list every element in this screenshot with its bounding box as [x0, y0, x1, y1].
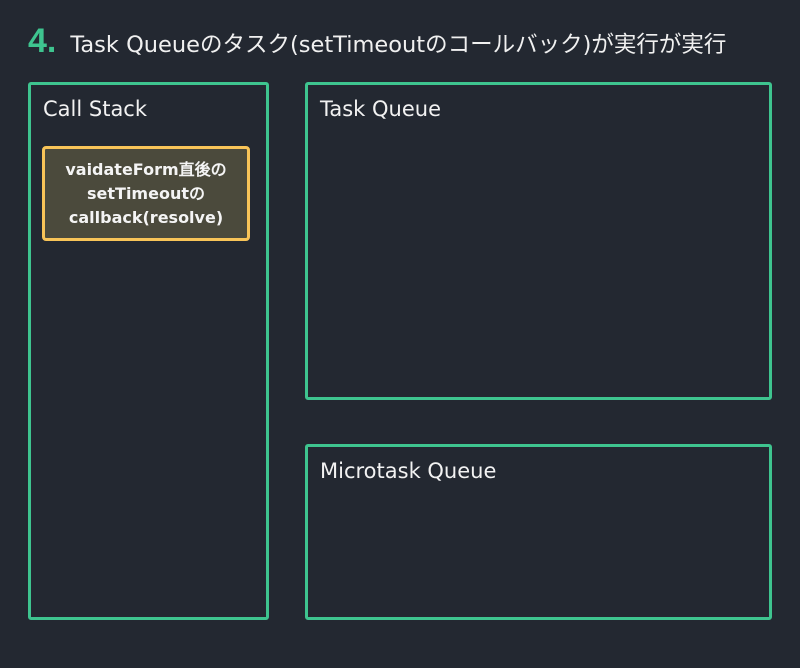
frame-line: vaidateForm直後の [65, 159, 227, 179]
frame-line: callback(resolve) [68, 207, 224, 227]
step-number: 4. [28, 22, 57, 60]
microtask-queue-label: Microtask Queue [320, 459, 497, 483]
microtask-queue-panel: Microtask Queue [305, 444, 772, 620]
step-header: 4. Task Queueのタスク(setTimeoutのコールバック)が実行が… [28, 22, 726, 62]
call-stack-panel: Call Stack vaidateForm直後の setTimeoutの ca… [28, 82, 269, 620]
task-queue-panel: Task Queue [305, 82, 772, 400]
task-queue-label: Task Queue [320, 97, 441, 121]
frame-line: setTimeoutの [87, 183, 205, 203]
call-stack-frame: vaidateForm直後の setTimeoutの callback(reso… [42, 146, 250, 241]
call-stack-label: Call Stack [43, 97, 148, 121]
step-title: Task Queueのタスク(setTimeoutのコールバック)が実行が実行 [70, 32, 727, 58]
